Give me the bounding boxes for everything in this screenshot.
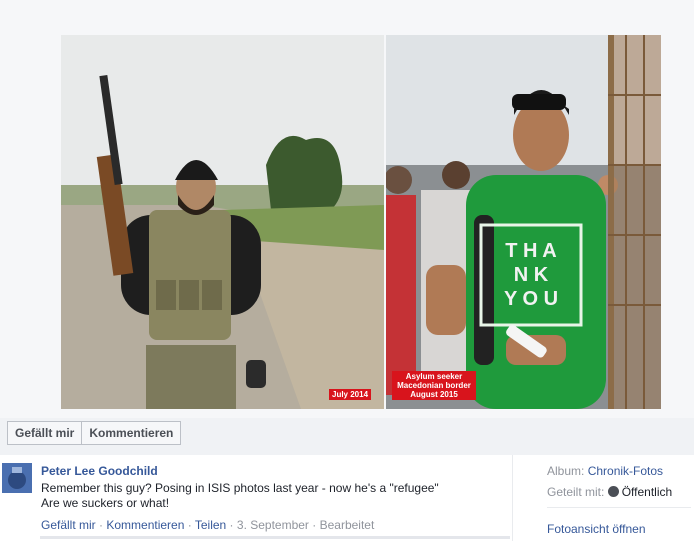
caption-line-1: Asylum seeker: [405, 372, 463, 381]
divider: [40, 536, 510, 539]
separator: ·: [184, 518, 195, 532]
separator: ·: [226, 518, 237, 532]
album-link[interactable]: Chronik-Fotos: [588, 464, 663, 478]
photo-action-bar: Gefällt mir Kommentieren: [7, 421, 182, 445]
left-photo[interactable]: July 2014: [61, 35, 384, 409]
like-button[interactable]: Gefällt mir: [7, 421, 83, 445]
avatar[interactable]: [2, 463, 32, 493]
left-photo-caption: July 2014: [329, 389, 372, 400]
shirt-text-2: N K: [514, 264, 549, 286]
caption-line-2: Macedonian border: [397, 381, 471, 390]
caption-line-3: August 2015: [410, 390, 458, 399]
right-photo[interactable]: T H A N K Y O U Asylum seeker Macedonian…: [386, 35, 661, 409]
separator: ·: [95, 518, 107, 532]
post-actions: Gefällt mir · Kommentieren · Teilen · 3.…: [41, 518, 374, 532]
shared-row: Geteilt mit: Öffentlich: [547, 485, 672, 499]
comment-button[interactable]: Kommentieren: [82, 421, 182, 445]
shirt-text-3: Y O U: [504, 288, 558, 310]
photo-area: July 2014 T H A N K Y O U Asylum seeker …: [0, 0, 694, 418]
post-text-line-2: Are we suckers or what!: [41, 496, 170, 510]
post-text-line-1: Remember this guy? Posing in ISIS photos…: [41, 481, 439, 495]
photo-info-sidebar: Album: Chronik-Fotos Geteilt mit: Öffent…: [512, 455, 694, 541]
audience-selector[interactable]: Öffentlich: [622, 485, 672, 499]
post-edited[interactable]: Bearbeitet: [320, 518, 375, 532]
right-photo-image: T H A N K Y O U: [386, 35, 661, 409]
separator: ·: [308, 518, 320, 532]
shirt-text-1: T H A: [505, 240, 556, 262]
right-photo-caption: Asylum seeker Macedonian border August 2…: [392, 371, 476, 400]
avatar-image: [2, 463, 32, 493]
post-comment-link[interactable]: Kommentieren: [106, 518, 184, 532]
album-row: Album: Chronik-Fotos: [547, 464, 663, 478]
post-author[interactable]: Peter Lee Goodchild: [41, 464, 158, 478]
open-photo-view-link[interactable]: Fotoansicht öffnen: [547, 522, 646, 536]
divider: [547, 507, 691, 508]
left-photo-image: [61, 35, 384, 409]
globe-icon: [607, 486, 619, 497]
post-date[interactable]: 3. September: [237, 518, 309, 532]
album-label: Album:: [547, 464, 585, 478]
shared-label: Geteilt mit:: [547, 485, 605, 499]
post-panel: Peter Lee Goodchild Remember this guy? P…: [0, 455, 694, 541]
post-like-link[interactable]: Gefällt mir: [41, 518, 96, 532]
post-share-link[interactable]: Teilen: [195, 518, 226, 532]
